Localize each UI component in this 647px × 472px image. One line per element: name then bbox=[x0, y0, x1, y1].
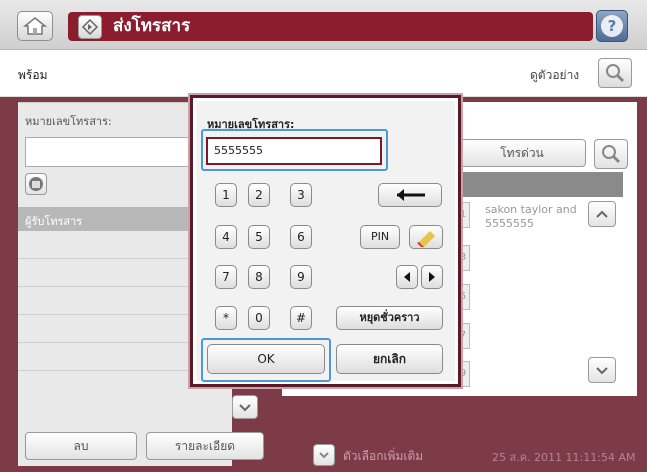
home-icon bbox=[22, 17, 48, 35]
clear-button[interactable] bbox=[409, 225, 443, 249]
chevron-up-icon bbox=[596, 210, 608, 218]
divider bbox=[18, 370, 193, 371]
key-9[interactable]: 9 bbox=[290, 265, 312, 289]
details-button[interactable]: รายละเอียด bbox=[146, 432, 264, 460]
divider bbox=[18, 314, 193, 315]
cursor-left-button[interactable] bbox=[396, 265, 418, 289]
home-button[interactable] bbox=[17, 11, 53, 41]
speed-dial-entry-name[interactable]: sakon taylor and bbox=[485, 203, 585, 216]
key-1[interactable]: 1 bbox=[215, 183, 237, 207]
key-7[interactable]: 7 bbox=[215, 265, 237, 289]
more-options-label[interactable]: ตัวเลือกเพิ่มเติม bbox=[343, 447, 423, 466]
speed-dial-button[interactable]: โทรด่วน bbox=[458, 139, 586, 167]
more-options-button[interactable] bbox=[313, 444, 335, 466]
status-text: พร้อม bbox=[18, 68, 48, 82]
fax-number-label: หมายเลขโทรสาร: bbox=[25, 115, 112, 128]
chevron-down-icon bbox=[319, 452, 329, 459]
arrow-right-icon bbox=[429, 272, 435, 282]
send-fax-icon bbox=[78, 15, 102, 39]
arrow-left-icon bbox=[404, 272, 410, 282]
key-3[interactable]: 3 bbox=[290, 183, 312, 207]
dialog-fax-input[interactable]: 5555555 bbox=[206, 137, 382, 165]
pause-button[interactable]: หยุดชั่วคราว bbox=[336, 306, 443, 330]
page-title: ส่งโทรสาร bbox=[113, 16, 191, 36]
speed-dial-header bbox=[448, 172, 623, 197]
eraser-icon bbox=[417, 231, 435, 247]
scroll-up-button[interactable] bbox=[588, 201, 616, 227]
speed-dial-entry-number: 5555555 bbox=[485, 217, 534, 230]
key-0[interactable]: 0 bbox=[248, 306, 270, 330]
delete-button[interactable]: ลบ bbox=[25, 432, 137, 460]
help-button[interactable]: ? bbox=[596, 10, 628, 42]
backspace-arrow-icon bbox=[397, 189, 425, 201]
recipients-header-label: ผู้รับโทรสาร bbox=[25, 215, 83, 228]
chevron-down-icon bbox=[239, 404, 251, 412]
svg-text:?: ? bbox=[608, 17, 617, 35]
key-4[interactable]: 4 bbox=[215, 225, 237, 249]
magnifier-icon bbox=[606, 64, 625, 83]
key-6[interactable]: 6 bbox=[290, 225, 312, 249]
divider bbox=[18, 342, 193, 343]
speed-dial-search-button[interactable] bbox=[594, 139, 628, 169]
scroll-down-button[interactable] bbox=[588, 357, 616, 383]
magnifier-icon bbox=[602, 145, 621, 164]
ok-button[interactable]: OK bbox=[207, 344, 325, 374]
preview-label: ดูตัวอย่าง bbox=[530, 68, 580, 82]
key-2[interactable]: 2 bbox=[248, 183, 270, 207]
cursor-right-button[interactable] bbox=[421, 265, 443, 289]
divider bbox=[18, 286, 193, 287]
cancel-button[interactable]: ยกเลิก bbox=[336, 344, 443, 374]
pin-button[interactable]: PIN bbox=[360, 225, 400, 249]
key-star[interactable]: * bbox=[215, 306, 237, 330]
chevron-down-icon bbox=[596, 367, 608, 375]
key-hash[interactable]: # bbox=[290, 306, 312, 330]
key-5[interactable]: 5 bbox=[248, 225, 270, 249]
preview-button[interactable] bbox=[598, 58, 632, 88]
backspace-button[interactable] bbox=[378, 183, 442, 207]
fax-number-input[interactable] bbox=[25, 137, 200, 167]
help-icon: ? bbox=[601, 15, 623, 37]
scroll-down-button[interactable] bbox=[232, 395, 258, 419]
timestamp: 25 ส.ค. 2011 11:11:54 AM bbox=[492, 451, 636, 464]
divider bbox=[18, 258, 193, 259]
address-book-button[interactable] bbox=[25, 173, 47, 195]
contact-icon bbox=[29, 177, 43, 191]
key-8[interactable]: 8 bbox=[248, 265, 270, 289]
